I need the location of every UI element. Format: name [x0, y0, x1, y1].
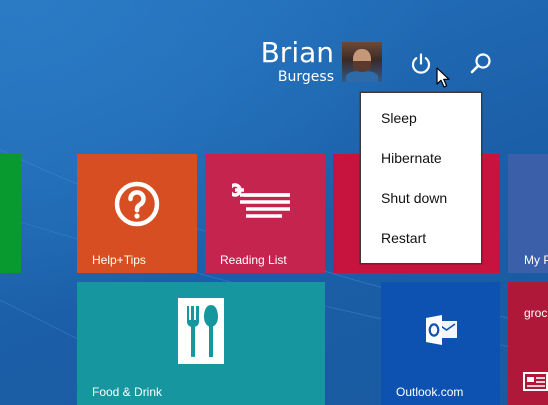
tile-food-drink[interactable]: Food & Drink — [77, 282, 325, 405]
search-icon — [470, 53, 491, 74]
tile-label: Help+Tips — [92, 253, 146, 267]
tile-label: Reading List — [220, 253, 287, 267]
mouse-cursor-icon — [436, 67, 450, 88]
tile-green[interactable] — [0, 154, 21, 273]
power-menu: Sleep Hibernate Shut down Restart — [360, 92, 482, 264]
news-icon — [523, 372, 548, 391]
tile-label: My P — [524, 253, 548, 267]
avatar[interactable] — [342, 42, 382, 82]
tile-outlook[interactable]: Outlook.com — [381, 282, 500, 405]
account-last-name: Burgess — [277, 69, 334, 85]
menu-item-sleep[interactable]: Sleep — [381, 98, 417, 138]
menu-item-hibernate[interactable]: Hibernate — [381, 138, 442, 178]
power-button[interactable] — [408, 51, 434, 77]
tile-groc[interactable]: groc — [508, 282, 548, 405]
outlook-icon — [426, 315, 457, 345]
tile-my-p[interactable]: My P — [508, 154, 548, 273]
question-icon — [114, 181, 160, 227]
reading-list-icon — [232, 183, 290, 218]
tile-reading-list[interactable]: Reading List — [205, 154, 325, 273]
tile-help-tips[interactable]: Help+Tips — [77, 154, 197, 273]
tile-label: groc — [524, 306, 548, 320]
search-button[interactable] — [468, 51, 494, 77]
tile-label: Food & Drink — [92, 385, 163, 399]
menu-item-shut-down[interactable]: Shut down — [381, 178, 447, 218]
avatar-beard — [353, 61, 371, 72]
account-first-name: Brian — [260, 36, 334, 69]
tile-label: Outlook.com — [396, 385, 464, 399]
power-icon — [411, 53, 431, 74]
fork-knife-icon — [178, 298, 224, 364]
avatar-shirt — [346, 71, 378, 82]
account-name[interactable]: Brian Burgess — [260, 36, 334, 86]
menu-item-restart[interactable]: Restart — [381, 218, 426, 258]
